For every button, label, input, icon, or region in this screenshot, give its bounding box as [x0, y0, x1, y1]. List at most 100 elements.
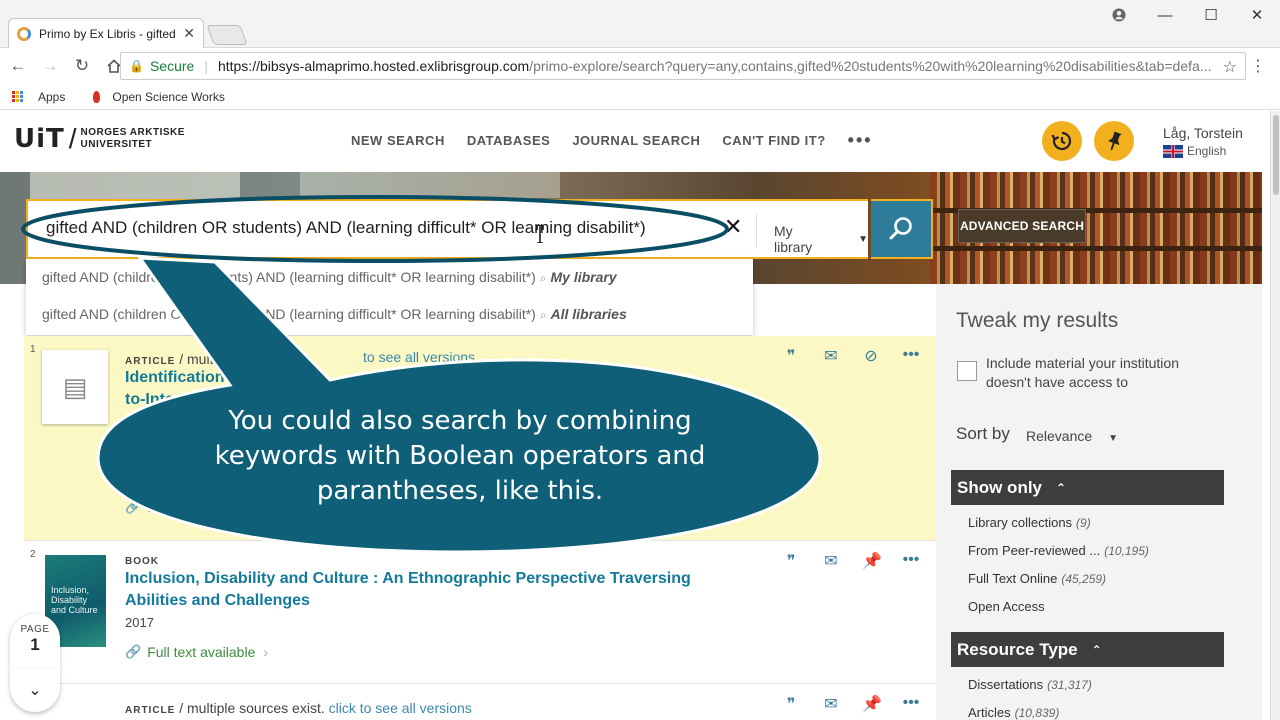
tab-close-icon[interactable]: ✕ — [183, 25, 195, 42]
address-bar[interactable]: 🔒 Secure | https://bibsys-almaprimo.host… — [120, 52, 1246, 80]
advanced-search-button[interactable]: ADVANCED SEARCH — [958, 209, 1086, 243]
bookmark-label: Apps — [38, 89, 66, 104]
bookmarks-bar: Apps Open Science Works — [0, 84, 1280, 110]
bookmark-label: Open Science Works — [112, 89, 225, 104]
result-item[interactable]: 2 Inclusion, Disability and Culture BOOK… — [24, 541, 936, 683]
link-icon: 🔗 — [125, 644, 142, 659]
suggestion-item[interactable]: gifted AND (children OR students) AND (l… — [42, 269, 617, 286]
see-all-versions-link[interactable]: click to see all versions — [329, 700, 472, 716]
maximize-icon[interactable]: ☐ — [1188, 0, 1234, 30]
browser-tab[interactable]: Primo by Ex Libris - gifted ✕ — [8, 18, 204, 48]
result-item[interactable]: ARTICLE / multiple sources exist. click … — [24, 684, 936, 720]
facet-open-access[interactable]: Open Access — [968, 599, 1045, 614]
app-header: UiT / NORGES ARKTISKE UNIVERSITET NEW SE… — [0, 111, 1280, 172]
citation-icon[interactable]: ❞ — [782, 694, 800, 714]
more-actions-icon[interactable]: ••• — [902, 346, 920, 366]
sort-select[interactable]: Relevance ▼ — [1026, 428, 1118, 444]
profile-icon[interactable] — [1096, 0, 1142, 30]
link-icon: 🔗 — [125, 499, 142, 514]
secure-label: Secure — [149, 58, 195, 74]
result-title[interactable]: Identification of — [125, 367, 725, 389]
result-year: 2017 — [125, 615, 154, 630]
pin-icon[interactable]: 📌 — [862, 551, 882, 571]
uit-logo[interactable]: UiT / NORGES ARKTISKE UNIVERSITET — [14, 123, 185, 155]
result-actions: ❞ ✉ ⊘ ••• — [782, 346, 920, 366]
availability-link[interactable]: 🔗 Full — [125, 499, 170, 515]
main-navigation: NEW SEARCH DATABASES JOURNAL SEARCH CAN'… — [340, 131, 884, 149]
page-indicator: PAGE 1 — [10, 614, 60, 668]
caret-down-icon: ▼ — [1108, 433, 1119, 444]
bookmark-favicon-icon — [93, 90, 101, 103]
more-actions-icon[interactable]: ••• — [902, 694, 920, 714]
url-path: /primo-explore/search?query=any,contains… — [529, 58, 1212, 74]
search-history-button[interactable] — [1042, 121, 1082, 161]
unpin-icon[interactable]: ⊘ — [862, 346, 880, 366]
include-material-checkbox[interactable] — [957, 361, 977, 381]
uk-flag-icon — [1163, 144, 1183, 158]
email-icon[interactable]: ✉ — [822, 551, 840, 571]
pin-icon — [1108, 131, 1122, 151]
facet-articles[interactable]: Articles (10,839) — [968, 705, 1059, 720]
user-menu[interactable]: Låg, Torstein English — [1163, 125, 1243, 158]
search-icon: ⌕ — [539, 308, 547, 322]
more-actions-icon[interactable]: ••• — [902, 551, 920, 571]
clear-search-icon[interactable]: ✕ — [724, 214, 742, 240]
bookmark-star-icon[interactable]: ☆ — [1218, 57, 1237, 77]
suggestion-item[interactable]: gifted AND (children OR students) AND (l… — [42, 306, 627, 323]
browser-toolbar: ← → ↻ 🔒 Secure | https://bibsys-almaprim… — [0, 48, 1280, 84]
search-icon: ⌕ — [539, 271, 547, 285]
show-only-header[interactable]: Show only ⌃ — [951, 470, 1224, 505]
forward-icon[interactable]: → — [36, 52, 64, 80]
email-icon[interactable]: ✉ — [822, 346, 840, 366]
nav-journal-search[interactable]: JOURNAL SEARCH — [572, 133, 700, 148]
pin-icon[interactable]: 📌 — [862, 694, 882, 714]
browser-tab-bar: Primo by Ex Libris - gifted ✕ — ☐ ✕ — [0, 0, 1280, 48]
search-button[interactable] — [871, 199, 933, 259]
new-tab-button[interactable] — [206, 25, 248, 45]
search-input[interactable]: gifted AND (children OR students) AND (l… — [46, 218, 646, 238]
nav-cant-find-it[interactable]: CAN'T FIND IT? — [722, 133, 825, 148]
back-icon[interactable]: ← — [4, 52, 32, 80]
chevron-up-icon: ⌃ — [1091, 642, 1102, 657]
bookmark-open-science[interactable]: Open Science Works — [93, 90, 225, 104]
chevron-up-icon: ⌃ — [1056, 480, 1067, 495]
result-title[interactable]: Inclusion, Disability and Culture : An E… — [125, 568, 705, 612]
browser-menu-icon[interactable]: ⋮ — [1250, 56, 1266, 76]
resource-type-header[interactable]: Resource Type ⌃ — [951, 632, 1224, 667]
nav-more-icon[interactable]: ••• — [848, 131, 873, 149]
page-scrollbar[interactable] — [1270, 111, 1280, 720]
include-material-label[interactable]: Include material your institution doesn'… — [986, 354, 1216, 392]
result-actions: ❞ ✉ 📌 ••• — [782, 551, 920, 571]
reload-icon[interactable]: ↻ — [68, 52, 96, 80]
language-selector[interactable]: English — [1163, 144, 1243, 158]
facet-peer-reviewed[interactable]: From Peer-reviewed ... (10,195) — [968, 543, 1149, 558]
citation-icon[interactable]: ❞ — [782, 346, 800, 366]
result-actions: ❞ ✉ 📌 ••• — [782, 694, 920, 714]
see-all-versions-link[interactable]: to see all versions — [363, 349, 475, 365]
sort-label: Sort by — [956, 424, 1010, 443]
search-bar: gifted AND (children OR students) AND (l… — [26, 199, 868, 259]
mouse-cursor-icon — [536, 225, 544, 243]
nav-databases[interactable]: DATABASES — [467, 133, 550, 148]
minimize-icon[interactable]: — — [1142, 0, 1188, 30]
favorites-button[interactable] — [1094, 121, 1134, 161]
search-scope-select[interactable]: My library ▼ — [774, 223, 868, 255]
citation-icon[interactable]: ❞ — [782, 551, 800, 571]
history-icon — [1051, 131, 1072, 151]
availability-link[interactable]: 🔗 Full text available › — [125, 644, 268, 660]
facets-title: Tweak my results — [956, 309, 1119, 332]
lock-icon: 🔒 — [129, 59, 144, 73]
callout-message: You could also search by combining keywo… — [214, 406, 706, 506]
tab-title: Primo by Ex Libris - gifted — [39, 26, 176, 41]
results-list: 1 ▤ ARTICLE / multiple to see all versio… — [24, 336, 936, 720]
email-icon[interactable]: ✉ — [822, 694, 840, 714]
facets-panel: Tweak my results Include material your i… — [936, 284, 1262, 720]
bookmark-apps[interactable]: Apps — [12, 90, 65, 104]
window-close-icon[interactable]: ✕ — [1234, 0, 1280, 30]
facet-library-collections[interactable]: Library collections (9) — [968, 515, 1091, 530]
chevron-right-icon: › — [263, 644, 269, 660]
article-thumbnail-icon: ▤ — [42, 350, 108, 424]
nav-new-search[interactable]: NEW SEARCH — [351, 133, 445, 148]
facet-dissertations[interactable]: Dissertations (31,317) — [968, 677, 1092, 692]
facet-full-text-online[interactable]: Full Text Online (45,259) — [968, 571, 1106, 586]
